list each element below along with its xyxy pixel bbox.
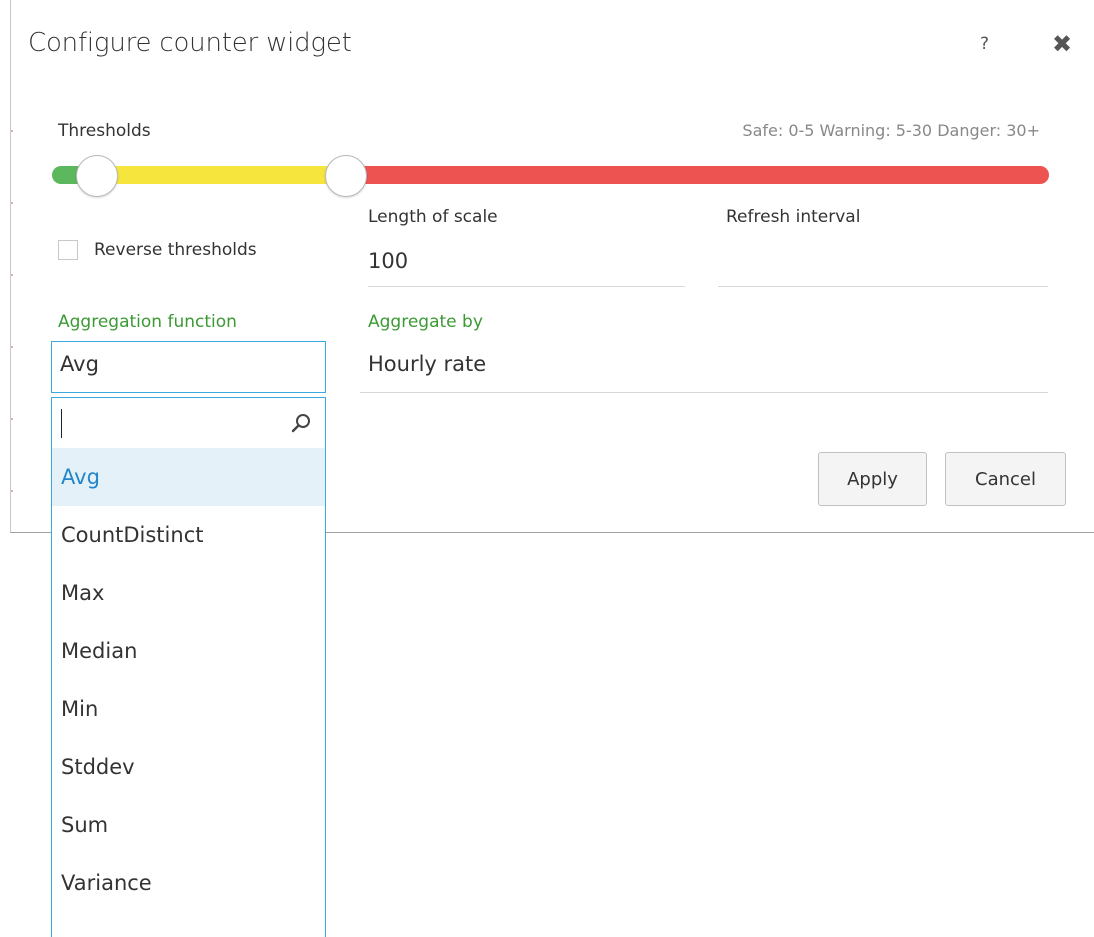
- cancel-button[interactable]: Cancel: [945, 452, 1066, 506]
- length-of-scale-input[interactable]: 100: [368, 245, 685, 287]
- warning-threshold-handle[interactable]: [325, 155, 367, 197]
- danger-segment: [347, 166, 1049, 184]
- search-icon: [291, 414, 310, 433]
- close-icon[interactable]: ✖: [1052, 30, 1072, 58]
- dropdown-option[interactable]: Sum: [52, 796, 325, 854]
- text-caret: [61, 409, 62, 438]
- dropdown-search: [52, 398, 325, 448]
- reverse-thresholds-checkbox[interactable]: [58, 240, 78, 260]
- aggregate-by-select[interactable]: Hourly rate: [360, 348, 1048, 393]
- safe-threshold-handle[interactable]: [76, 155, 118, 197]
- reverse-thresholds-toggle[interactable]: Reverse thresholds: [58, 240, 257, 260]
- dropdown-option[interactable]: Min: [52, 680, 325, 738]
- refresh-interval-input[interactable]: [718, 245, 1048, 287]
- threshold-scale[interactable]: [52, 166, 1049, 184]
- dropdown-options-list: Avg CountDistinct Max Median Min Stddev Sum Var…: [52, 448, 325, 912]
- dialog-title: Configure counter widget: [28, 28, 352, 58]
- length-of-scale-label: Length of scale: [368, 207, 498, 227]
- dropdown-option[interactable]: Max: [52, 564, 325, 622]
- apply-button[interactable]: Apply: [818, 452, 927, 506]
- dropdown-option[interactable]: CountDistinct: [52, 506, 325, 564]
- help-button[interactable]: ?: [980, 34, 989, 54]
- dropdown-option[interactable]: Stddev: [52, 738, 325, 796]
- aggregate-by-label: Aggregate by: [368, 312, 483, 332]
- aggregation-function-select[interactable]: Avg: [51, 341, 326, 393]
- dropdown-option[interactable]: Median: [52, 622, 325, 680]
- reverse-thresholds-label: Reverse thresholds: [94, 240, 257, 260]
- aggregation-function-label: Aggregation function: [58, 312, 237, 332]
- refresh-interval-label: Refresh interval: [726, 207, 861, 227]
- dialog-edge-decoration: [11, 60, 13, 540]
- dropdown-option[interactable]: Avg: [52, 448, 325, 506]
- warning-segment: [97, 166, 347, 184]
- thresholds-summary: Safe: 0-5 Warning: 5-30 Danger: 30+: [742, 121, 1040, 140]
- dropdown-search-input[interactable]: [64, 406, 278, 440]
- dropdown-option[interactable]: Variance: [52, 854, 325, 912]
- thresholds-label: Thresholds: [58, 121, 151, 141]
- aggregation-dropdown: Avg CountDistinct Max Median Min Stddev Sum Var…: [51, 397, 326, 937]
